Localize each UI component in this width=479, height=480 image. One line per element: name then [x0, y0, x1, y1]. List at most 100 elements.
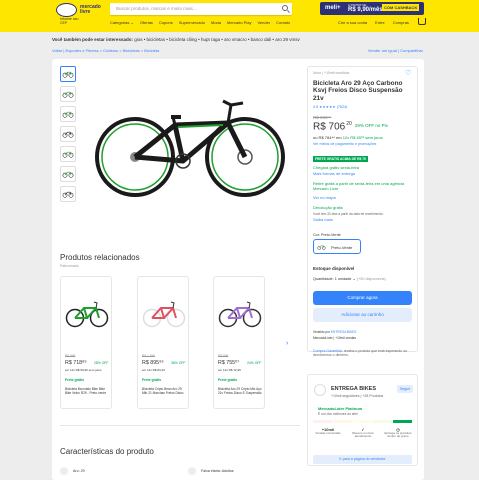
card-shipping: Frete grátis — [65, 378, 85, 382]
logo-text: mercado livre — [80, 4, 101, 15]
guarantee: Compra Garantida, receba o produto que e… — [313, 349, 413, 357]
cart-icon[interactable] — [418, 18, 426, 25]
also-interested: Você também pode estar interessado: gios… — [52, 37, 300, 42]
promo-cashback: COM CASHBACK — [382, 4, 420, 11]
card-discount: 24% OFF — [247, 361, 262, 365]
card-shipping: Frete grátis — [218, 378, 238, 382]
card-old-price: R$ 999 — [65, 354, 76, 358]
card-price: R$ 895⁹⁹ — [142, 360, 164, 366]
seller-sales: +10mil seguidores | +28 Produtos — [331, 394, 384, 398]
also-items[interactable]: gios • bicicletas • bicicleta cliing • h… — [134, 37, 300, 42]
returns-link[interactable]: Saiba mais — [313, 217, 413, 223]
nav-mercado-play[interactable]: Mercado Play — [227, 20, 251, 25]
product-card[interactable]: R$ 999 R$ 718⁸⁹ 28% OFF em 12x R$ 59,90 sem… — [60, 276, 112, 409]
thumbnail[interactable] — [60, 146, 76, 162]
metric-delivery-label: Entrega os produtos dentro do prazo — [384, 430, 412, 439]
thumbnail[interactable] — [60, 86, 76, 102]
nav-vender[interactable]: Vender — [257, 20, 270, 25]
price-value: R$ 706 — [313, 121, 346, 133]
thumbnail[interactable] — [60, 66, 76, 82]
nav-categorias[interactable]: Categorias ⌄ — [110, 20, 134, 25]
mercado-livre-logo[interactable]: mercado livre — [56, 3, 104, 17]
metric-sales-label: Vendas concluídas — [315, 430, 341, 435]
product-image[interactable] — [83, 69, 298, 219]
nav-contato[interactable]: Contato — [276, 20, 290, 25]
nav-ofertas[interactable]: Ofertas — [140, 20, 153, 25]
variant-thumbnail — [317, 245, 326, 250]
product-condition: Novo | +10mil vendidos — [313, 71, 350, 75]
card-price: R$ 718⁸⁹ — [65, 360, 87, 366]
product-card-image — [218, 301, 262, 328]
thumbnail[interactable] — [60, 166, 76, 182]
heart-icon[interactable]: ♡ — [405, 70, 412, 77]
header: mercado livre Buscar produtos, marcas e … — [0, 0, 479, 32]
thumbnail[interactable] — [60, 106, 76, 122]
related-title: Produtos relacionados — [60, 253, 140, 262]
seller-page-link[interactable]: Ir para a página do vendedor — [313, 455, 412, 464]
location-value: CEP — [60, 21, 68, 25]
seller-name[interactable]: ENTREGA BIKES — [331, 386, 376, 392]
shipping-arrival: Chegará grátis sexta-feira — [313, 165, 360, 170]
card-price: R$ 755⁰⁷ — [218, 360, 240, 366]
payment-methods-link[interactable]: Ver meios de pagamento e promoções — [313, 142, 376, 146]
reputation-bar-segment — [373, 420, 392, 423]
search-placeholder: Buscar produtos, marcas e muito mais… — [116, 6, 198, 11]
search-input[interactable]: Buscar produtos, marcas e muito mais… — [110, 3, 292, 15]
discount-badge: 29% OFF no Pix — [354, 123, 388, 128]
purchases-link[interactable]: Compras — [393, 20, 409, 25]
reputation-bar-segment — [313, 420, 332, 423]
metric-sales: +10mil Vendas concluídas — [313, 428, 343, 435]
login-link[interactable]: Entre — [375, 20, 385, 25]
wheel-icon — [60, 467, 68, 475]
add-to-cart-button[interactable]: Adicionar ao carrinho — [313, 308, 412, 322]
installments-value: 12x R$ 65⁶⁵ sem juros — [342, 135, 383, 140]
card-old-price: R$ 999 — [218, 354, 229, 358]
seller-logo[interactable] — [314, 384, 326, 396]
card-installments: em 12x R$ 59,90 sem juros — [65, 368, 102, 372]
old-price: R$ 999⁹⁹ — [313, 115, 332, 120]
more-shipping-link[interactable]: Mais formas de entrega — [313, 171, 413, 177]
search-icon[interactable] — [282, 5, 288, 11]
card-shipping: Frete grátis — [142, 378, 162, 382]
thumbnail[interactable] — [60, 126, 76, 142]
free-shipping-tag: FRETE GRÁTIS ACIMA DE R$ 79 — [313, 156, 368, 162]
sold-by-prefix: Vendido por — [313, 330, 331, 334]
main-nav: Categorias ⌄ Ofertas Cupons Supermercado… — [110, 20, 290, 25]
sell-share-links[interactable]: Vender um igual | Compartilhar — [368, 48, 423, 53]
variant-option[interactable]: Preto-Verde — [313, 239, 361, 254]
sold-by: Vendido por ENTREGA BIKES — [313, 330, 356, 334]
chevron-right-icon[interactable]: › — [286, 340, 288, 347]
follow-button[interactable]: Seguir — [397, 385, 413, 393]
platinum-badge: MercadoLíder Platinum — [318, 406, 363, 411]
returns-sub: Você tem 30 dias a partir da data de rec… — [313, 212, 384, 216]
stock-status: Estoque disponível — [313, 266, 355, 271]
map-link[interactable]: Ver no mapa — [313, 195, 413, 201]
meli-plus-banner[interactable]: meli+ A PARTIR DE R$ 9,90/mês COM CASHBA… — [320, 2, 424, 15]
breadcrumb[interactable]: Voltar | Esportes e Fitness > Ciclismo >… — [52, 48, 159, 53]
thumbnail[interactable] — [60, 186, 76, 202]
promo-price: R$ 9,90/mês — [348, 7, 383, 13]
create-account-link[interactable]: Crie a sua conta — [338, 20, 367, 25]
platinum-sub: É um dos melhores do site! — [318, 412, 358, 416]
nav-moda[interactable]: Moda — [211, 20, 221, 25]
spec-item: Faixa etária: Adultos — [201, 469, 234, 473]
related-sponsored: Patrocinado — [60, 264, 79, 268]
product-card[interactable]: R$ 999 R$ 755⁰⁷ 24% OFF em 12x R$ 72,99 Fret… — [213, 276, 265, 409]
metric-service-label: Oferece um bom atendimento — [351, 430, 375, 439]
card-title: Bicicleta Cripto Bean Aro 29 Mtb 21 Marc… — [142, 387, 184, 395]
card-discount: 28% OFF — [94, 361, 109, 365]
sold-by-link[interactable]: ENTREGA BIKES — [331, 330, 357, 334]
quantity-selector[interactable]: Quantidade: 1 unidade ⌄ (+50 disponíveis… — [313, 276, 386, 281]
product-card[interactable]: R$ 1.399 R$ 895⁹⁹ 36% OFF em 12x R$ 84,43 Fr… — [137, 276, 189, 409]
location-selector[interactable]: Informe seu CEP — [60, 17, 78, 25]
card-title: Bicicleta Mountain Bike Bike Bike Velox … — [65, 387, 107, 395]
handshake-icon — [56, 3, 77, 17]
nav-cupons[interactable]: Cupons — [159, 20, 173, 25]
price: R$ 70620 — [313, 121, 352, 132]
buy-now-button[interactable]: Comprar agora — [313, 291, 412, 305]
sold-by-sub: MercadoLíder | +10mil vendas — [313, 336, 356, 340]
price-cents: 20 — [346, 121, 352, 127]
product-rating[interactable]: 4.5 ★★★★★ (7624) — [313, 105, 347, 109]
nav-supermercado[interactable]: Supermercado — [179, 20, 205, 25]
meli-plus-brand: meli+ — [325, 5, 341, 11]
